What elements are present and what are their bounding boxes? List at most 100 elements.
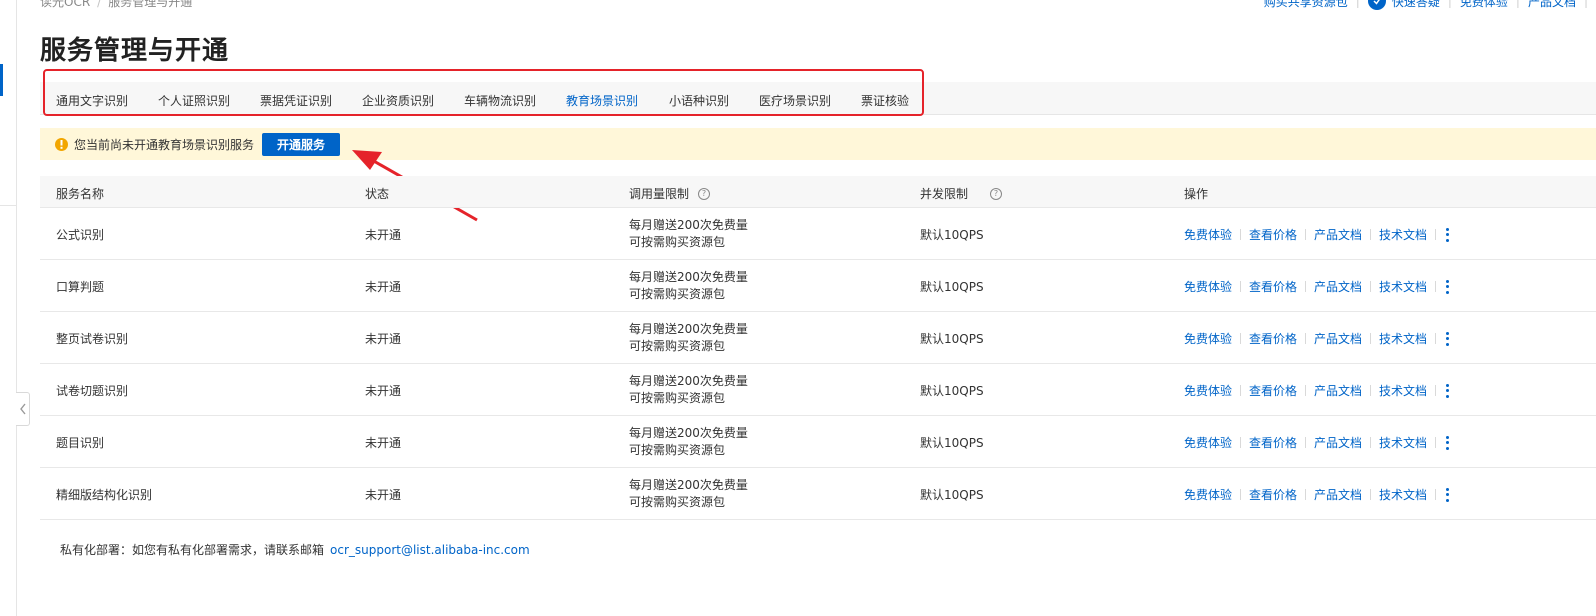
- tech-docs-link[interactable]: 技术文档: [1379, 434, 1427, 451]
- header-quota: 调用量限制?: [629, 185, 711, 202]
- service-concurrency: 默认10QPS: [920, 436, 984, 450]
- top-link-separator: |: [1355, 0, 1360, 8]
- tech-docs-link[interactable]: 技术文档: [1379, 330, 1427, 347]
- tab-minor-language[interactable]: 小语种识别: [669, 92, 729, 109]
- more-vertical-icon[interactable]: [1446, 227, 1450, 242]
- sidebar-divider: [0, 205, 16, 206]
- free-trial-link[interactable]: 免费体验: [1184, 330, 1232, 347]
- action-separator: [1370, 437, 1372, 448]
- more-vertical-icon[interactable]: [1446, 487, 1450, 502]
- action-separator: [1240, 333, 1242, 344]
- breadcrumb-item-current: 服务管理与开通: [108, 0, 193, 9]
- private-deploy-label: 私有化部署：如您有私有化部署需求，请联系邮箱: [60, 543, 325, 557]
- product-docs-link[interactable]: 产品文档: [1314, 434, 1362, 451]
- tab-medical[interactable]: 医疗场景识别: [759, 92, 831, 109]
- free-trial-link[interactable]: 免费体验: [1460, 0, 1508, 10]
- help-icon[interactable]: ?: [698, 187, 711, 200]
- private-deploy-note: 私有化部署：如您有私有化部署需求，请联系邮箱 ocr_support@list.a…: [60, 541, 530, 558]
- service-name: 试卷切题识别: [56, 384, 129, 398]
- top-link-separator: |: [1447, 0, 1452, 8]
- product-docs-link[interactable]: 产品文档: [1314, 330, 1362, 347]
- product-docs-link[interactable]: 产品文档: [1314, 278, 1362, 295]
- row-actions: 免费体验 查看价格 产品文档 技术文档: [1184, 434, 1450, 451]
- product-docs-link[interactable]: 产品文档: [1528, 0, 1576, 10]
- service-name: 题目识别: [56, 436, 105, 450]
- tech-docs-link[interactable]: 技术文档: [1379, 486, 1427, 503]
- more-vertical-icon[interactable]: [1446, 383, 1450, 398]
- action-separator: [1305, 281, 1307, 292]
- action-separator: [1240, 437, 1242, 448]
- help-icon[interactable]: ?: [990, 187, 1003, 200]
- more-vertical-icon[interactable]: [1446, 279, 1450, 294]
- service-concurrency: 默认10QPS: [920, 280, 984, 294]
- action-separator: [1240, 281, 1242, 292]
- sidebar-collapse-button[interactable]: [16, 392, 30, 426]
- tab-education[interactable]: 教育场景识别: [566, 92, 638, 109]
- breadcrumb-item-root[interactable]: 读光OCR: [40, 0, 90, 9]
- service-name: 公式识别: [56, 228, 105, 242]
- service-quota: 每月赠送200次免费量 可按需购买资源包: [629, 321, 748, 355]
- view-price-link[interactable]: 查看价格: [1249, 278, 1297, 295]
- quota-free-line: 每月赠送200次免费量: [629, 374, 748, 388]
- breadcrumb-separator: /: [97, 0, 102, 9]
- breadcrumb: 读光OCR / 服务管理与开通: [40, 0, 192, 10]
- quick-start-icon: [1367, 0, 1386, 10]
- service-concurrency: 默认10QPS: [920, 384, 984, 398]
- view-price-link[interactable]: 查看价格: [1249, 330, 1297, 347]
- category-tabs: 通用文字识别 个人证照识别 票据凭证识别 企业资质识别 车辆物流识别 教育场景识…: [40, 82, 1596, 115]
- action-separator: [1435, 437, 1437, 448]
- open-service-button[interactable]: 开通服务: [262, 133, 340, 156]
- service-status: 未开通: [365, 332, 402, 346]
- quota-buy-line: 可按需购买资源包: [629, 391, 726, 405]
- more-vertical-icon[interactable]: [1446, 435, 1450, 450]
- buy-resource-link[interactable]: 购买共享资源包: [1264, 0, 1348, 10]
- tech-docs-link[interactable]: 技术文档: [1379, 382, 1427, 399]
- service-quota: 每月赠送200次免费量 可按需购买资源包: [629, 217, 748, 251]
- quota-free-line: 每月赠送200次免费量: [629, 322, 748, 336]
- row-actions: 免费体验 查看价格 产品文档 技术文档: [1184, 486, 1450, 503]
- top-link-separator: |: [1515, 0, 1520, 8]
- tab-general-text[interactable]: 通用文字识别: [56, 92, 128, 109]
- quick-start-link[interactable]: 快速答疑: [1392, 0, 1440, 10]
- product-docs-link[interactable]: 产品文档: [1314, 382, 1362, 399]
- service-quota: 每月赠送200次免费量 可按需购买资源包: [629, 425, 748, 459]
- product-docs-link[interactable]: 产品文档: [1314, 226, 1362, 243]
- service-quota: 每月赠送200次免费量 可按需购买资源包: [629, 269, 748, 303]
- service-quota: 每月赠送200次免费量 可按需购买资源包: [629, 373, 748, 407]
- view-price-link[interactable]: 查看价格: [1249, 486, 1297, 503]
- support-email-link[interactable]: ocr_support@list.alibaba-inc.com: [330, 543, 530, 557]
- free-trial-link[interactable]: 免费体验: [1184, 486, 1232, 503]
- action-separator: [1240, 489, 1242, 500]
- quota-free-line: 每月赠送200次免费量: [629, 478, 748, 492]
- row-actions: 免费体验 查看价格 产品文档 技术文档: [1184, 330, 1450, 347]
- action-separator: [1240, 385, 1242, 396]
- action-separator: [1370, 333, 1372, 344]
- free-trial-link[interactable]: 免费体验: [1184, 434, 1232, 451]
- free-trial-link[interactable]: 免费体验: [1184, 278, 1232, 295]
- view-price-link[interactable]: 查看价格: [1249, 434, 1297, 451]
- action-separator: [1435, 385, 1437, 396]
- product-docs-link[interactable]: 产品文档: [1314, 486, 1362, 503]
- header-service-name: 服务名称: [56, 187, 105, 201]
- free-trial-link[interactable]: 免费体验: [1184, 382, 1232, 399]
- service-concurrency: 默认10QPS: [920, 228, 984, 242]
- row-actions: 免费体验 查看价格 产品文档 技术文档: [1184, 278, 1450, 295]
- action-separator: [1240, 229, 1242, 240]
- view-price-link[interactable]: 查看价格: [1249, 382, 1297, 399]
- table-row: 题目识别 未开通 每月赠送200次免费量 可按需购买资源包 默认10QPS 免费体验 查看价…: [40, 416, 1596, 468]
- tab-vehicle-logistics[interactable]: 车辆物流识别: [464, 92, 536, 109]
- tab-personal-id[interactable]: 个人证照识别: [158, 92, 230, 109]
- action-separator: [1305, 437, 1307, 448]
- tab-invoice[interactable]: 票据凭证识别: [260, 92, 332, 109]
- tech-docs-link[interactable]: 技术文档: [1379, 278, 1427, 295]
- view-price-link[interactable]: 查看价格: [1249, 226, 1297, 243]
- tab-enterprise[interactable]: 企业资质识别: [362, 92, 434, 109]
- service-status: 未开通: [365, 280, 402, 294]
- service-name: 整页试卷识别: [56, 332, 129, 346]
- tech-docs-link[interactable]: 技术文档: [1379, 226, 1427, 243]
- tab-ticket-verification[interactable]: 票证核验: [861, 92, 909, 109]
- free-trial-link[interactable]: 免费体验: [1184, 226, 1232, 243]
- more-vertical-icon[interactable]: [1446, 331, 1450, 346]
- action-separator: [1370, 229, 1372, 240]
- service-status: 未开通: [365, 384, 402, 398]
